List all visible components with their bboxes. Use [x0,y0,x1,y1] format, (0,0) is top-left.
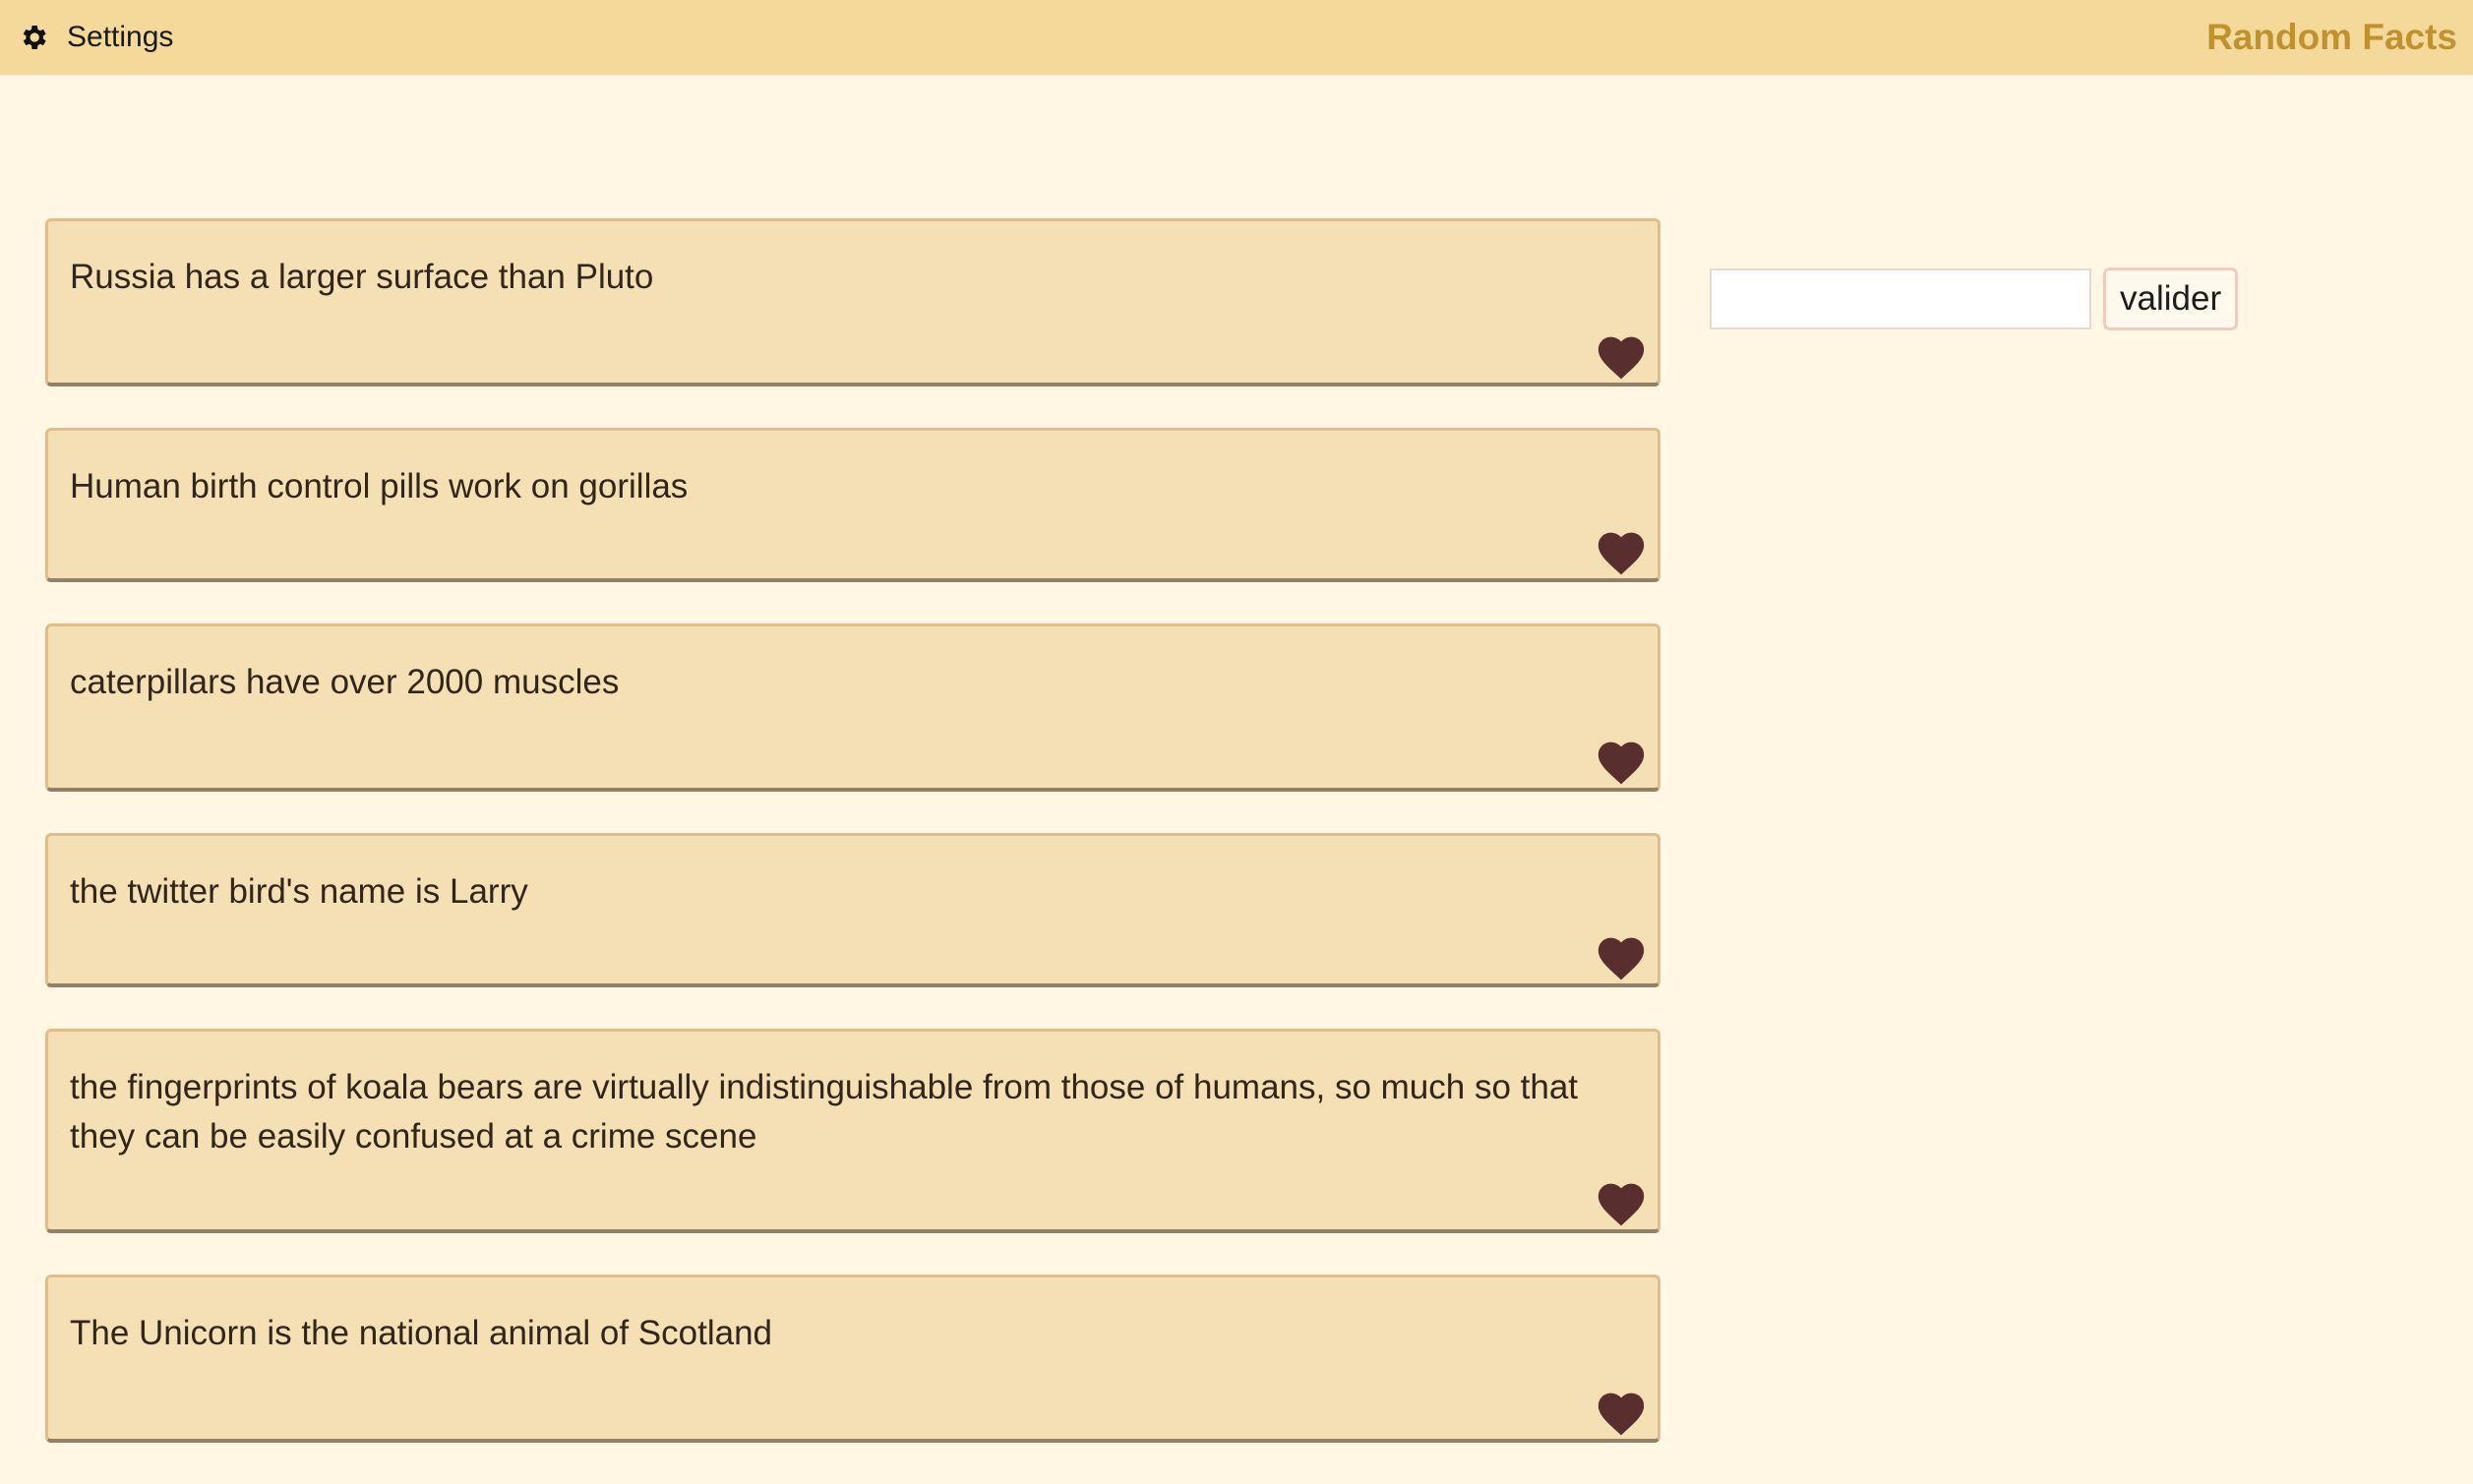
top-bar: Settings Random Facts [0,0,2473,75]
heart-icon[interactable] [1595,1178,1648,1227]
fact-text: the fingerprints of koala bears are virt… [70,1068,1579,1156]
fact-card: Russia has a larger surface than Pluto [45,218,1660,386]
fact-card: Human birth control pills work on gorill… [45,428,1660,582]
app-title: Random Facts [2206,17,2457,57]
heart-icon[interactable] [1595,1388,1648,1437]
facts-list: Russia has a larger surface than Pluto H… [45,218,1660,1484]
heart-icon[interactable] [1595,932,1648,981]
fact-card: The Unicorn is the national animal of Sc… [45,1275,1660,1443]
fact-card: the twitter bird's name is Larry [45,833,1660,987]
fact-input[interactable] [1710,268,2091,329]
fact-text: Russia has a larger surface than Pluto [70,258,654,296]
fact-text: Human birth control pills work on gorill… [70,467,689,505]
heart-icon[interactable] [1595,331,1648,381]
settings-link[interactable]: Settings [18,18,173,57]
fact-text: the twitter bird's name is Larry [70,872,528,911]
settings-label: Settings [67,21,174,53]
fact-card: the fingerprints of koala bears are virt… [45,1029,1660,1233]
fact-text: The Unicorn is the national animal of Sc… [70,1314,773,1352]
fact-card: caterpillars have over 2000 muscles [45,623,1660,792]
gear-icon [23,26,46,49]
add-fact-form: valider [1710,267,2239,330]
submit-button[interactable]: valider [2103,267,2239,330]
fact-text: caterpillars have over 2000 muscles [70,663,620,701]
heart-icon[interactable] [1595,527,1648,576]
heart-icon[interactable] [1595,737,1648,786]
